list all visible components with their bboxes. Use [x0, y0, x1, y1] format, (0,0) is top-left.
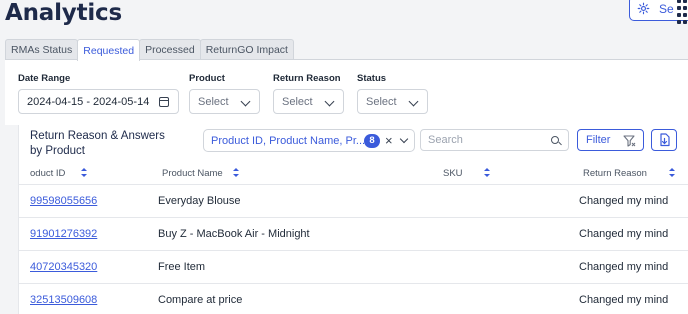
sort-icon[interactable]: [483, 168, 490, 178]
columns-select[interactable]: Product ID, Product Name, Pr... 8 ×: [203, 129, 415, 152]
date-range-value: 2024-04-15 - 2024-05-14: [27, 95, 150, 108]
return-reason-cell: Changed my mind: [579, 261, 669, 273]
product-id-link[interactable]: 99598055656: [30, 195, 97, 207]
column-header-product-id[interactable]: oduct ID: [30, 168, 88, 179]
chevron-down-icon: [324, 96, 335, 107]
table-header: oduct ID Product Name SKU Return Reason: [19, 163, 688, 185]
product-select-value: Select: [198, 95, 229, 108]
product-id-link[interactable]: 91901276392: [30, 228, 97, 240]
report-card: Return Reason & Answers by Product Produ…: [18, 125, 688, 314]
column-header-return-reason[interactable]: Return Reason: [583, 168, 675, 179]
product-name-cell: Compare at price: [158, 294, 243, 306]
filter-button[interactable]: Filter: [577, 129, 644, 151]
table-row: 40720345320 Free Item Changed my mind: [19, 251, 688, 284]
page-title: Analytics: [5, 0, 122, 26]
product-name-cell: Free Item: [158, 261, 206, 273]
product-label: Product: [189, 73, 225, 84]
product-id-link[interactable]: 32513509608: [30, 294, 97, 306]
status-label: Status: [357, 73, 387, 84]
date-range-label: Date Range: [18, 73, 71, 84]
table-row: 99598055656 Everyday Blouse Changed my m…: [19, 185, 688, 218]
tab-rmas-status[interactable]: RMAs Status: [5, 39, 79, 60]
date-range-picker[interactable]: 2024-04-15 - 2024-05-14: [18, 89, 179, 114]
return-reason-select[interactable]: Select: [273, 89, 344, 114]
filter-icon: [623, 135, 636, 147]
drag-handle-icon[interactable]: [677, 0, 687, 25]
tab-processed[interactable]: Processed: [139, 39, 201, 60]
chevron-down-icon: [408, 96, 419, 107]
search-icon: [551, 136, 559, 144]
sort-icon[interactable]: [668, 168, 675, 178]
card-title: Return Reason & Answers by Product: [30, 130, 165, 157]
gear-icon: [637, 2, 650, 15]
chevron-down-icon[interactable]: [399, 134, 409, 144]
filters-panel: Date Range 2024-04-15 - 2024-05-14 Produ…: [5, 59, 688, 125]
product-id-link[interactable]: 40720345320: [30, 261, 97, 273]
tab-bar: RMAs Status Requested Processed ReturnGO…: [5, 39, 294, 61]
return-reason-select-value: Select: [282, 95, 313, 108]
status-select-value: Select: [366, 95, 397, 108]
sort-icon[interactable]: [232, 168, 239, 178]
chevron-down-icon: [240, 96, 251, 107]
settings-label: Se: [659, 1, 674, 16]
close-icon[interactable]: ×: [385, 133, 393, 148]
search-placeholder: Search: [428, 134, 463, 146]
return-reason-cell: Changed my mind: [579, 228, 669, 240]
calendar-icon: [159, 97, 169, 107]
status-select[interactable]: Select: [357, 89, 428, 114]
columns-count-badge: 8: [364, 134, 380, 148]
return-reason-cell: Changed my mind: [579, 294, 669, 306]
filter-button-label: Filter: [586, 134, 611, 146]
table-row: 91901276392 Buy Z - MacBook Air - Midnig…: [19, 218, 688, 251]
export-icon: [660, 133, 670, 147]
product-name-cell: Everyday Blouse: [158, 195, 241, 207]
tab-requested[interactable]: Requested: [77, 39, 141, 61]
sort-icon[interactable]: [81, 168, 88, 178]
product-select[interactable]: Select: [189, 89, 260, 114]
columns-select-text: Product ID, Product Name, Pr...: [211, 135, 366, 147]
column-header-sku[interactable]: SKU: [443, 168, 490, 179]
product-name-cell: Buy Z - MacBook Air - Midnight: [158, 228, 310, 240]
export-button[interactable]: [651, 129, 677, 151]
return-reason-label: Return Reason: [273, 73, 341, 84]
table-row: 32513509608 Compare at price Changed my …: [19, 284, 688, 314]
return-reason-cell: Changed my mind: [579, 195, 669, 207]
tab-returngo-impact[interactable]: ReturnGO Impact: [199, 39, 294, 60]
column-header-product-name[interactable]: Product Name: [162, 168, 239, 179]
search-input[interactable]: Search: [420, 129, 569, 151]
